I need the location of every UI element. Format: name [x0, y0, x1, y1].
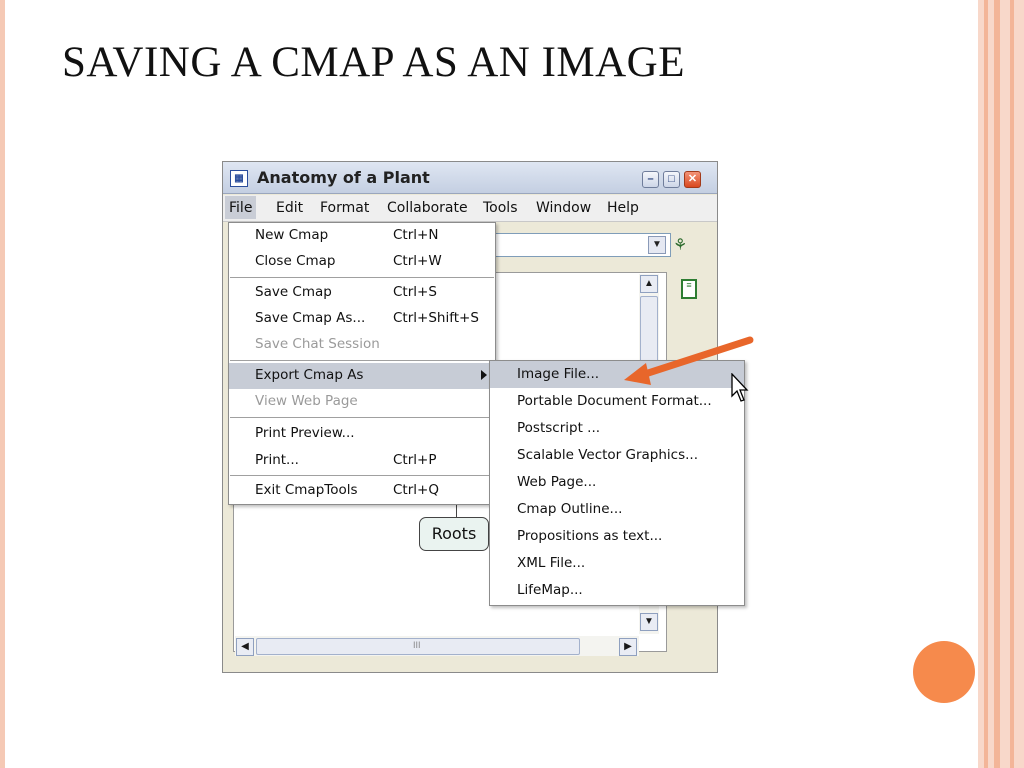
slide-left-border	[0, 0, 5, 768]
menu-item-print[interactable]: Print... Ctrl+P	[229, 448, 495, 474]
file-menu: New Cmap Ctrl+N Close Cmap Ctrl+W Save C…	[228, 222, 496, 505]
submenu-item-svg[interactable]: Scalable Vector Graphics...	[490, 442, 744, 469]
mouse-cursor-icon	[731, 373, 749, 402]
menu-separator	[230, 360, 494, 361]
chevron-down-icon[interactable]: ▼	[648, 236, 666, 254]
menu-item-save-cmap-as[interactable]: Save Cmap As... Ctrl+Shift+S	[229, 306, 495, 332]
submenu-item-propositions-text[interactable]: Propositions as text...	[490, 523, 744, 550]
menu-window[interactable]: Window	[536, 200, 591, 216]
menu-item-print-preview[interactable]: Print Preview...	[229, 421, 495, 447]
close-button[interactable]: ✕	[684, 171, 701, 188]
menu-item-new-cmap[interactable]: New Cmap Ctrl+N	[229, 223, 495, 249]
menu-item-view-web-page: View Web Page	[255, 393, 358, 409]
menubar: File Edit Format Collaborate Tools Windo…	[223, 195, 717, 222]
scroll-grip: III	[413, 640, 421, 650]
slide-title: SAVING A CMAP AS AN IMAGE	[62, 39, 686, 86]
slide-stripe	[994, 0, 1000, 768]
scroll-up-button[interactable]: ▲	[640, 275, 658, 293]
submenu-item-cmap-outline[interactable]: Cmap Outline...	[490, 496, 744, 523]
maximize-button[interactable]: □	[663, 171, 680, 188]
submenu-arrow-icon	[481, 370, 487, 380]
menu-tools[interactable]: Tools	[483, 200, 518, 216]
scroll-left-button[interactable]: ◀	[236, 638, 254, 656]
concept-node[interactable]: Roots	[419, 517, 489, 551]
cmap-app-icon: ▦	[230, 170, 248, 187]
menu-separator	[230, 417, 494, 418]
menu-separator	[230, 475, 494, 476]
scroll-down-button[interactable]: ▼	[640, 613, 658, 631]
menu-item-save-chat-session: Save Chat Session	[255, 336, 380, 352]
minimize-button[interactable]: –	[642, 171, 659, 188]
submenu-item-postscript[interactable]: Postscript ...	[490, 415, 744, 442]
menu-item-close-cmap[interactable]: Close Cmap Ctrl+W	[229, 249, 495, 275]
menu-format[interactable]: Format	[320, 200, 369, 216]
menu-file[interactable]: File	[225, 196, 257, 219]
export-submenu: Image File... Portable Document Format..…	[489, 360, 745, 606]
slide-stripe	[984, 0, 988, 768]
decorative-circle	[913, 641, 975, 703]
menu-item-save-cmap[interactable]: Save Cmap Ctrl+S	[229, 280, 495, 306]
tree-icon[interactable]: ⚘	[673, 235, 687, 255]
scroll-right-button[interactable]: ▶	[619, 638, 637, 656]
window-titlebar[interactable]: ▦ Anatomy of a Plant – □ ✕	[223, 162, 717, 194]
submenu-item-xml-file[interactable]: XML File...	[490, 550, 744, 577]
menu-item-export-cmap-as[interactable]: Export Cmap As	[229, 363, 495, 389]
slide-stripe	[1010, 0, 1014, 768]
menu-separator	[230, 277, 494, 278]
concept-combo-box[interactable]	[493, 233, 671, 257]
submenu-item-web-page[interactable]: Web Page...	[490, 469, 744, 496]
notes-icon[interactable]: ≡	[681, 279, 697, 299]
menu-edit[interactable]: Edit	[276, 200, 303, 216]
submenu-item-lifemap[interactable]: LifeMap...	[490, 577, 744, 604]
menu-collaborate[interactable]: Collaborate	[387, 200, 468, 216]
concept-link-line	[456, 505, 457, 517]
window-title: Anatomy of a Plant	[257, 168, 430, 187]
submenu-item-pdf[interactable]: Portable Document Format...	[490, 388, 744, 415]
menu-help[interactable]: Help	[607, 200, 639, 216]
menu-item-exit-cmaptools[interactable]: Exit CmapTools Ctrl+Q	[229, 478, 495, 504]
